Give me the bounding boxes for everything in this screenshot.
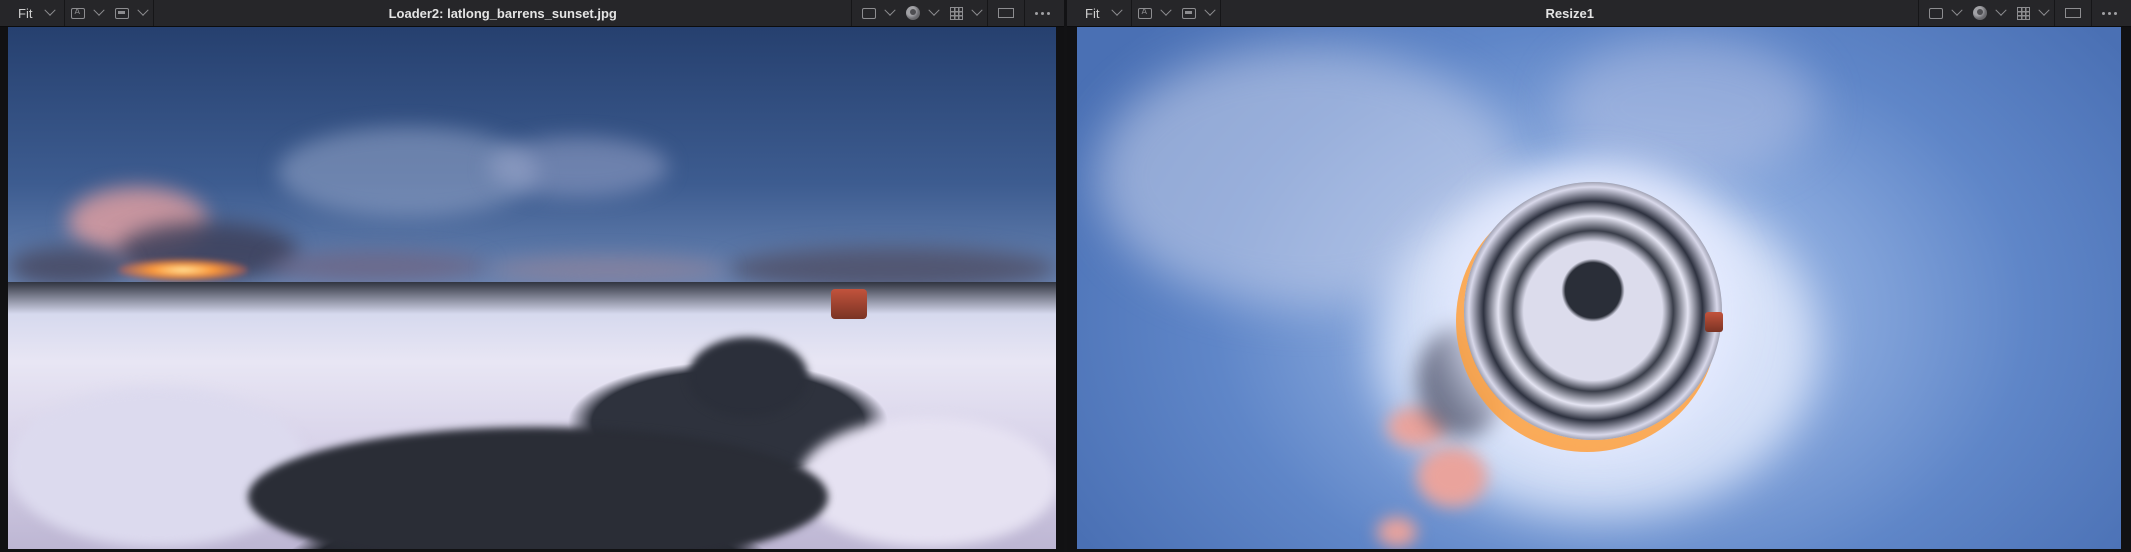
dot-icon — [2102, 11, 2105, 15]
aspect-button[interactable] — [987, 0, 1024, 26]
chevron-down-icon — [1160, 4, 1173, 16]
cloud-shape — [1417, 447, 1487, 507]
cloud-shape — [488, 137, 668, 197]
display-icon — [1182, 7, 1197, 19]
viewer-toolbar: Fit Loader2: latlong_barrens_sunset.jpg — [0, 0, 1064, 27]
tiny-planet-image — [1077, 27, 2121, 549]
cloud-shape — [1377, 517, 1417, 547]
viewer-right-controls — [1918, 0, 2131, 26]
aspect-button[interactable] — [2054, 0, 2091, 26]
grid-icon — [2017, 6, 2030, 20]
zoom-fit-label: Fit — [1085, 5, 1100, 21]
channel-dropdown[interactable] — [1132, 0, 1176, 26]
display-options-dropdown[interactable] — [1176, 0, 1220, 26]
tiny-planet-sphere — [1464, 182, 1722, 440]
viewer-right-controls — [851, 0, 1064, 26]
viewer-left[interactable]: Fit Loader2: latlong_barrens_sunset.jpg — [0, 0, 1064, 552]
chevron-down-icon — [93, 4, 106, 16]
chevron-down-icon — [1951, 4, 1963, 16]
chevron-down-icon — [44, 4, 57, 16]
dot-icon — [1035, 11, 1038, 15]
display-options-dropdown[interactable] — [109, 0, 153, 26]
equirectangular-image — [8, 27, 1056, 549]
guides-dropdown[interactable] — [944, 0, 987, 26]
cloud-shape — [268, 252, 488, 282]
channel-icon — [71, 7, 86, 19]
channel-dropdown[interactable] — [65, 0, 109, 26]
dot-icon — [2114, 11, 2117, 15]
viewer-title: Resize1 — [1545, 5, 1594, 21]
more-options-button[interactable] — [2091, 0, 2131, 26]
viewer-split: Fit Loader2: latlong_barrens_sunset.jpg — [0, 0, 2131, 552]
chevron-down-icon — [928, 4, 940, 16]
aspect-icon — [2065, 8, 2081, 18]
dot-icon — [2108, 11, 2111, 15]
chevron-down-icon — [1111, 4, 1124, 16]
sunset-glow — [118, 259, 248, 281]
viewer-image[interactable] — [8, 27, 1056, 549]
chevron-down-icon — [1995, 4, 2007, 16]
chevron-down-icon — [884, 4, 896, 16]
roi-dropdown[interactable] — [856, 0, 900, 26]
dot-icon — [1047, 11, 1050, 15]
snow-patch — [798, 417, 1056, 547]
tint-dropdown[interactable] — [900, 0, 944, 26]
chevron-down-icon — [1204, 4, 1217, 16]
chevron-down-icon — [137, 4, 150, 16]
aspect-icon — [998, 8, 1014, 18]
roi-dropdown[interactable] — [1923, 0, 1967, 26]
viewer-image[interactable] — [1077, 27, 2121, 549]
cloud-shape — [8, 247, 128, 287]
more-options-button[interactable] — [1024, 0, 1064, 26]
zoom-fit-dropdown[interactable]: Fit — [0, 0, 66, 26]
tint-dropdown[interactable] — [1967, 0, 2011, 26]
red-boulder — [831, 289, 867, 319]
viewer-right[interactable]: Fit Resize1 — [1067, 0, 2131, 552]
zoom-fit-dropdown[interactable]: Fit — [1067, 0, 1133, 26]
red-boulder — [1705, 312, 1723, 332]
viewer-title: Loader2: latlong_barrens_sunset.jpg — [388, 5, 617, 21]
tint-icon — [906, 6, 920, 20]
snow-patch — [8, 387, 308, 547]
zoom-fit-label: Fit — [18, 5, 33, 21]
tint-icon — [1973, 6, 1987, 20]
cloud-shape — [488, 257, 728, 283]
roi-icon — [1929, 7, 1943, 19]
chevron-down-icon — [971, 4, 983, 16]
cloud-shape — [1557, 37, 1817, 177]
viewer-toolbar: Fit Resize1 — [1067, 0, 2131, 27]
dark-rock-area — [688, 337, 808, 417]
grid-icon — [950, 6, 963, 20]
dot-icon — [1041, 11, 1044, 15]
guides-dropdown[interactable] — [2011, 0, 2054, 26]
chevron-down-icon — [2038, 4, 2050, 16]
channel-icon — [1138, 7, 1153, 19]
display-icon — [115, 7, 130, 19]
roi-icon — [862, 7, 876, 19]
